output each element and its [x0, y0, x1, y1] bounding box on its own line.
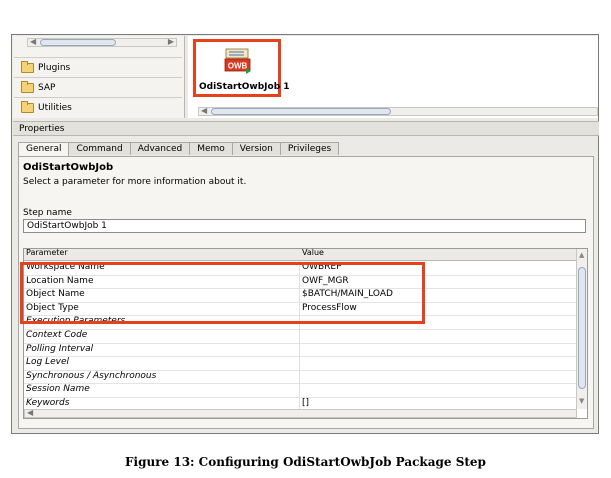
step-description: Select a parameter for more information …: [23, 177, 247, 187]
palette-item-label: Utilities: [38, 102, 72, 113]
column-divider: [299, 383, 300, 398]
column-divider: [299, 301, 300, 316]
scroll-down-icon[interactable]: ▼: [579, 397, 584, 405]
grid-vscrollbar[interactable]: ▲ ▼: [576, 249, 587, 409]
param-value-cell[interactable]: $BATCH/MAIN_LOAD: [302, 289, 393, 299]
column-divider: [299, 261, 300, 275]
step-label: OdiStartOwbJob 1: [199, 82, 290, 92]
param-name-cell: Keywords: [26, 398, 70, 408]
column-divider: [299, 274, 300, 289]
palette-item-plugins[interactable]: Plugins: [14, 57, 182, 77]
palette-panel: ◀ ▶ Plugins SAP Utilities: [13, 36, 185, 118]
column-divider: [299, 315, 300, 330]
scroll-left-icon[interactable]: ◀: [201, 106, 207, 115]
package-diagram[interactable]: OWB OdiStartOwbJob 1 ◀: [188, 36, 598, 118]
param-value-cell[interactable]: []: [302, 398, 309, 408]
folder-icon: [21, 80, 34, 93]
param-name-cell: Location Name: [26, 275, 94, 286]
grid-row[interactable]: Location Name OWF_MGR: [24, 274, 577, 290]
properties-tabs: General Command Advanced Memo Version Pr…: [18, 142, 340, 156]
param-value-cell[interactable]: OWF_MGR: [302, 276, 349, 286]
tab-command[interactable]: Command: [68, 142, 131, 155]
folder-icon: [21, 100, 34, 113]
palette-item-sap[interactable]: SAP: [14, 77, 182, 97]
diagram-hscrollbar[interactable]: ◀: [198, 106, 598, 116]
palette-hscrollbar[interactable]: ◀ ▶: [27, 37, 177, 47]
grid-row[interactable]: Polling Interval: [24, 342, 577, 358]
palette-item-utilities[interactable]: Utilities: [14, 97, 182, 117]
grid-hscrollbar[interactable]: ◀: [24, 408, 577, 418]
param-name-cell: Log Level: [26, 357, 70, 368]
param-name-cell: Session Name: [26, 384, 90, 395]
figure-caption: Figure 13: Configuring OdiStartOwbJob Pa…: [125, 455, 486, 469]
grid-header: Parameter Value: [24, 249, 577, 261]
grid-row[interactable]: Synchronous / Asynchronous: [24, 369, 577, 385]
tab-general[interactable]: General: [18, 142, 70, 156]
tab-memo[interactable]: Memo: [189, 142, 233, 155]
param-name-cell: Object Type: [26, 302, 79, 313]
general-tab-panel: OdiStartOwbJob Select a parameter for mo…: [18, 156, 594, 429]
tab-advanced[interactable]: Advanced: [129, 142, 191, 155]
step-type-title: OdiStartOwbJob: [23, 162, 114, 173]
grid-row[interactable]: Session Name: [24, 383, 577, 398]
svg-text:OWB: OWB: [228, 62, 248, 71]
param-name-cell: Workspace Name: [26, 262, 105, 272]
step-name-label: Step name: [23, 208, 72, 218]
palette-item-label: SAP: [38, 82, 56, 93]
column-divider: [299, 356, 300, 371]
grid-row[interactable]: Workspace Name OWBREP: [24, 261, 577, 276]
tab-privileges[interactable]: Privileges: [279, 142, 340, 155]
scroll-left-icon[interactable]: ◀: [30, 37, 36, 46]
param-name-cell: Context Code: [26, 330, 88, 340]
param-name-cell: Execution Parameters: [26, 316, 126, 327]
ide-window: ◀ ▶ Plugins SAP Utilities OWB OdiStartOw…: [11, 34, 599, 434]
palette-scroll-thumb[interactable]: [40, 39, 116, 46]
folder-icon: [21, 60, 34, 73]
palette-item-label: Plugins: [38, 62, 71, 73]
step-name-input[interactable]: OdiStartOwbJob 1: [23, 219, 586, 233]
grid-scroll-thumb[interactable]: [578, 267, 586, 389]
grid-row[interactable]: Log Level: [24, 356, 577, 371]
grid-row[interactable]: Object Type ProcessFlow: [24, 301, 577, 317]
properties-title: Properties: [13, 121, 599, 136]
grid-row[interactable]: Context Code: [24, 329, 577, 344]
grid-row[interactable]: Execution Parameters: [24, 315, 577, 330]
column-divider: [299, 288, 300, 303]
owb-tool-icon: OWB: [224, 48, 251, 74]
column-divider: [299, 342, 300, 357]
scroll-right-icon[interactable]: ▶: [168, 37, 174, 46]
column-divider: [299, 369, 300, 384]
odistartowbjob-step[interactable]: OWB OdiStartOwbJob 1: [193, 39, 290, 97]
parameter-grid[interactable]: Parameter Value Workspace Name OWBREP Loca…: [23, 248, 588, 419]
scroll-up-icon[interactable]: ▲: [579, 251, 584, 259]
param-value-cell[interactable]: ProcessFlow: [302, 303, 357, 313]
param-name-cell: Synchronous / Asynchronous: [26, 370, 157, 381]
scroll-left-icon[interactable]: ◀: [27, 408, 33, 417]
param-value-cell[interactable]: OWBREP: [302, 262, 342, 272]
column-divider: [299, 329, 300, 343]
param-name-cell: Polling Interval: [26, 343, 94, 354]
header-parameter[interactable]: Parameter: [26, 249, 68, 257]
tab-version[interactable]: Version: [231, 142, 281, 155]
grid-row[interactable]: Object Name $BATCH/MAIN_LOAD: [24, 288, 577, 303]
header-value[interactable]: Value: [302, 249, 324, 257]
param-name-cell: Object Name: [26, 289, 85, 300]
diagram-scroll-thumb[interactable]: [211, 108, 391, 115]
